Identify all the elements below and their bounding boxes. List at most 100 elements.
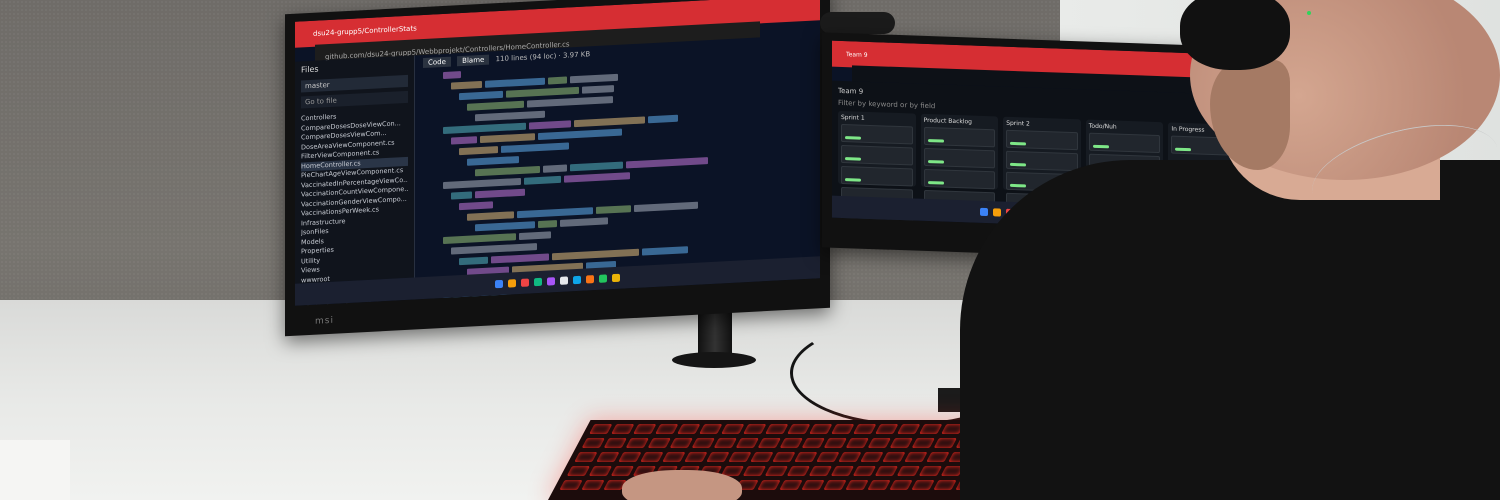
taskbar-app-icon[interactable] — [612, 273, 620, 283]
keyboard-key — [588, 466, 613, 476]
board-column-title: Sprint 1 — [841, 113, 865, 122]
taskbar-app-icon[interactable] — [495, 279, 503, 289]
taskbar-app-icon[interactable] — [547, 277, 555, 286]
keyboard-key — [911, 438, 935, 448]
branch-selector[interactable]: master — [301, 74, 408, 93]
keyboard-key — [765, 424, 789, 434]
keyboard-key — [904, 452, 928, 462]
taskbar-app-icon[interactable] — [586, 275, 594, 284]
taskbar-app-icon[interactable] — [534, 277, 542, 287]
keyboard-key — [874, 466, 899, 476]
keyboard-key — [750, 452, 774, 462]
code-editor: Code Blame 110 lines (94 loc) · 3.97 KB — [415, 34, 820, 306]
keyboard-key — [852, 466, 877, 476]
board-column-title: Sprint 2 — [1006, 119, 1030, 128]
keyboard-key — [933, 438, 957, 448]
keyboard-key — [845, 438, 869, 448]
keyboard-key — [603, 438, 627, 448]
headphone-led — [1307, 11, 1311, 15]
keyboard-key — [699, 424, 723, 434]
keyboard-key — [721, 424, 745, 434]
taskbar-app-icon[interactable] — [508, 279, 516, 288]
keyboard-key — [933, 480, 957, 490]
headphones — [1180, 0, 1290, 70]
keyboard-key — [691, 438, 715, 448]
keyboard-key — [611, 424, 635, 434]
keyboard-key — [574, 452, 598, 462]
board-card[interactable] — [841, 165, 913, 187]
keyboard-key — [633, 424, 657, 434]
keyboard-key — [779, 438, 803, 448]
keyboard-key — [794, 452, 818, 462]
keyboard-key — [896, 466, 921, 476]
keyboard-key — [816, 452, 840, 462]
keyboard-key — [610, 466, 635, 476]
keyboard-key — [919, 424, 943, 434]
keyboard-key — [706, 452, 730, 462]
keyboard-key — [728, 452, 752, 462]
tab-blame[interactable]: Blame — [457, 54, 490, 67]
keyboard-key — [684, 452, 708, 462]
keyboard-key — [787, 424, 811, 434]
keyboard-key — [772, 452, 796, 462]
keyboard-key — [926, 452, 950, 462]
keyboard-key — [640, 452, 664, 462]
keyboard-key — [867, 438, 891, 448]
keyboard-key — [757, 438, 781, 448]
keyboard-key — [566, 466, 591, 476]
monitor-brand-logo: msi — [315, 315, 334, 327]
taskbar-app-icon[interactable] — [599, 274, 607, 283]
board-card[interactable] — [923, 168, 996, 190]
code-line — [459, 293, 812, 306]
keyboard-key — [786, 466, 811, 476]
tab-code[interactable]: Code — [423, 56, 451, 69]
board-column: Product Backlog — [920, 113, 999, 211]
keyboard-key — [647, 438, 671, 448]
webcam — [820, 12, 895, 34]
keyboard-key — [867, 480, 891, 490]
keyboard-key — [581, 438, 605, 448]
taskbar-app-icon[interactable] — [992, 208, 1001, 217]
keyboard-key — [596, 452, 620, 462]
taskbar-app-icon[interactable] — [979, 207, 988, 217]
person-black-shirt — [960, 160, 1500, 500]
left-monitor: dsu24-grupp5/ControllerStats github.com/… — [285, 0, 830, 337]
keyboard-key — [853, 424, 877, 434]
keyboard-key — [838, 452, 862, 462]
keyboard-key — [823, 480, 847, 490]
keyboard-key — [669, 438, 693, 448]
taskbar-app-icon[interactable] — [521, 278, 529, 287]
go-to-file-input[interactable]: Go to file — [301, 90, 408, 109]
keyboard-key — [845, 480, 869, 490]
monitor-stand-base — [672, 352, 756, 368]
taskbar-app-icon[interactable] — [573, 275, 581, 285]
keyboard-key — [875, 424, 899, 434]
board-card[interactable] — [1006, 150, 1078, 172]
board-card[interactable] — [1006, 129, 1078, 151]
keyboard-key — [911, 480, 935, 490]
keyboard-key — [831, 424, 855, 434]
keyboard-key — [889, 438, 913, 448]
github-code-view: Files master Go to file Controllers Compa… — [295, 34, 820, 306]
keyboard-key — [581, 480, 605, 490]
browser-tab-title[interactable]: Team 9 — [832, 43, 868, 59]
keyboard-key — [742, 466, 767, 476]
keyboard-key — [809, 424, 833, 434]
board-card[interactable] — [923, 147, 996, 169]
taskbar-app-icon[interactable] — [560, 276, 568, 285]
keyboard-key — [801, 438, 825, 448]
keyboard-key — [677, 424, 701, 434]
board-column: Sprint 1 — [838, 110, 916, 229]
board-card[interactable] — [841, 144, 913, 166]
board-card[interactable] — [841, 123, 913, 145]
keyboard-key — [713, 438, 737, 448]
keyboard-key — [735, 438, 759, 448]
keyboard-key — [897, 424, 921, 434]
file-info: 110 lines (94 loc) · 3.97 KB — [495, 50, 591, 64]
desk-edge — [0, 440, 70, 500]
browser-tab-title[interactable]: dsu24-grupp5/ControllerStats — [295, 16, 417, 38]
sidebar-title: Files — [301, 64, 319, 75]
board-card[interactable] — [923, 126, 996, 148]
board-card[interactable] — [1088, 132, 1161, 154]
keyboard-key — [559, 480, 583, 490]
